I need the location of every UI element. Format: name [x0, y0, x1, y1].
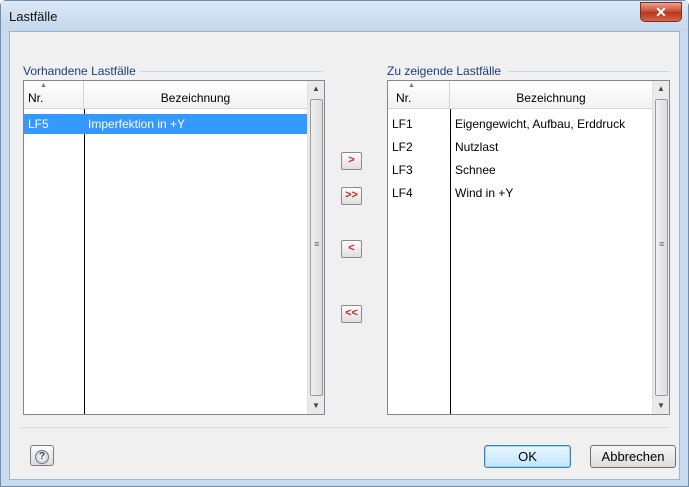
arrow-right-icon: > — [348, 154, 355, 166]
cell-nr: LF4 — [392, 186, 413, 200]
cell-nr: LF3 — [392, 163, 413, 177]
sort-ascending-icon: ▲ — [408, 82, 415, 89]
grip-icon: ≡ — [314, 239, 320, 249]
help-icon: ? — [35, 450, 49, 464]
shown-loadcases-list[interactable]: ▲ Nr. Bezeichnung LF1 Eigengewicht, Aufb… — [387, 80, 670, 415]
cell-bezeichnung: Schnee — [455, 163, 496, 177]
table-row[interactable]: LF1 Eigengewicht, Aufbau, Erddruck — [388, 114, 653, 134]
list-header: ▲ Nr. Bezeichnung — [388, 81, 653, 109]
scroll-down-icon[interactable]: ▼ — [653, 398, 669, 414]
vertical-scrollbar[interactable]: ▲ ≡ ▼ — [652, 81, 669, 414]
table-row[interactable]: LF4 Wind in +Y — [388, 183, 653, 203]
table-row[interactable]: LF5 Imperfektion in +Y — [24, 114, 308, 134]
arrow-left-icon: < — [348, 242, 355, 254]
double-arrow-left-icon: << — [345, 307, 358, 319]
help-button[interactable]: ? — [30, 445, 54, 466]
table-row[interactable]: LF3 Schnee — [388, 160, 653, 180]
add-all-button[interactable]: >> — [341, 187, 362, 205]
group-label-shown: Zu zeigende Lastfälle — [387, 64, 502, 78]
cancel-button[interactable]: Abbrechen — [590, 445, 676, 468]
title-bar[interactable]: Lastfälle ✕ — [1, 1, 688, 31]
column-divider — [84, 109, 85, 414]
table-row[interactable]: LF2 Nutzlast — [388, 137, 653, 157]
cell-nr: LF2 — [392, 140, 413, 154]
dialog-window: Lastfälle ✕ Vorhandene Lastfälle ▲ Nr. B… — [0, 0, 689, 487]
double-arrow-right-icon: >> — [345, 189, 358, 201]
remove-one-button[interactable]: < — [341, 240, 362, 258]
scroll-up-icon[interactable]: ▲ — [653, 81, 669, 97]
window-title: Lastfälle — [9, 9, 58, 24]
cell-nr: LF1 — [392, 117, 413, 131]
cell-bezeichnung: Wind in +Y — [455, 186, 514, 200]
scroll-down-icon[interactable]: ▼ — [308, 398, 324, 414]
vertical-scrollbar[interactable]: ▲ ≡ ▼ — [307, 81, 324, 414]
group-divider — [508, 71, 670, 72]
close-icon: ✕ — [655, 4, 667, 20]
remove-all-button[interactable]: << — [341, 305, 362, 323]
column-header-nr[interactable]: ▲ Nr. — [24, 81, 84, 109]
add-one-button[interactable]: > — [341, 152, 362, 170]
footer-separator — [20, 427, 669, 428]
column-header-bezeichnung[interactable]: Bezeichnung — [450, 81, 653, 109]
group-label-available: Vorhandene Lastfälle — [23, 64, 136, 78]
available-loadcases-list[interactable]: ▲ Nr. Bezeichnung LF5 Imperfektion in +Y… — [23, 80, 325, 415]
sort-ascending-icon: ▲ — [40, 82, 47, 89]
scroll-up-icon[interactable]: ▲ — [308, 81, 324, 97]
column-header-bezeichnung[interactable]: Bezeichnung — [84, 81, 308, 109]
ok-button[interactable]: OK — [484, 445, 571, 468]
scrollbar-thumb[interactable]: ≡ — [655, 99, 668, 396]
dialog-client-area: Vorhandene Lastfälle ▲ Nr. Bezeichnung L… — [9, 31, 680, 480]
grip-icon: ≡ — [659, 239, 665, 249]
cell-bezeichnung: Nutzlast — [455, 140, 499, 154]
column-header-nr[interactable]: ▲ Nr. — [388, 81, 450, 109]
group-divider — [140, 71, 323, 72]
cell-nr: LF5 — [28, 117, 49, 131]
cell-bezeichnung: Eigengewicht, Aufbau, Erddruck — [455, 117, 626, 131]
scrollbar-thumb[interactable]: ≡ — [310, 99, 323, 396]
close-button[interactable]: ✕ — [640, 2, 682, 22]
list-header: ▲ Nr. Bezeichnung — [24, 81, 308, 109]
cell-bezeichnung: Imperfektion in +Y — [88, 117, 186, 131]
